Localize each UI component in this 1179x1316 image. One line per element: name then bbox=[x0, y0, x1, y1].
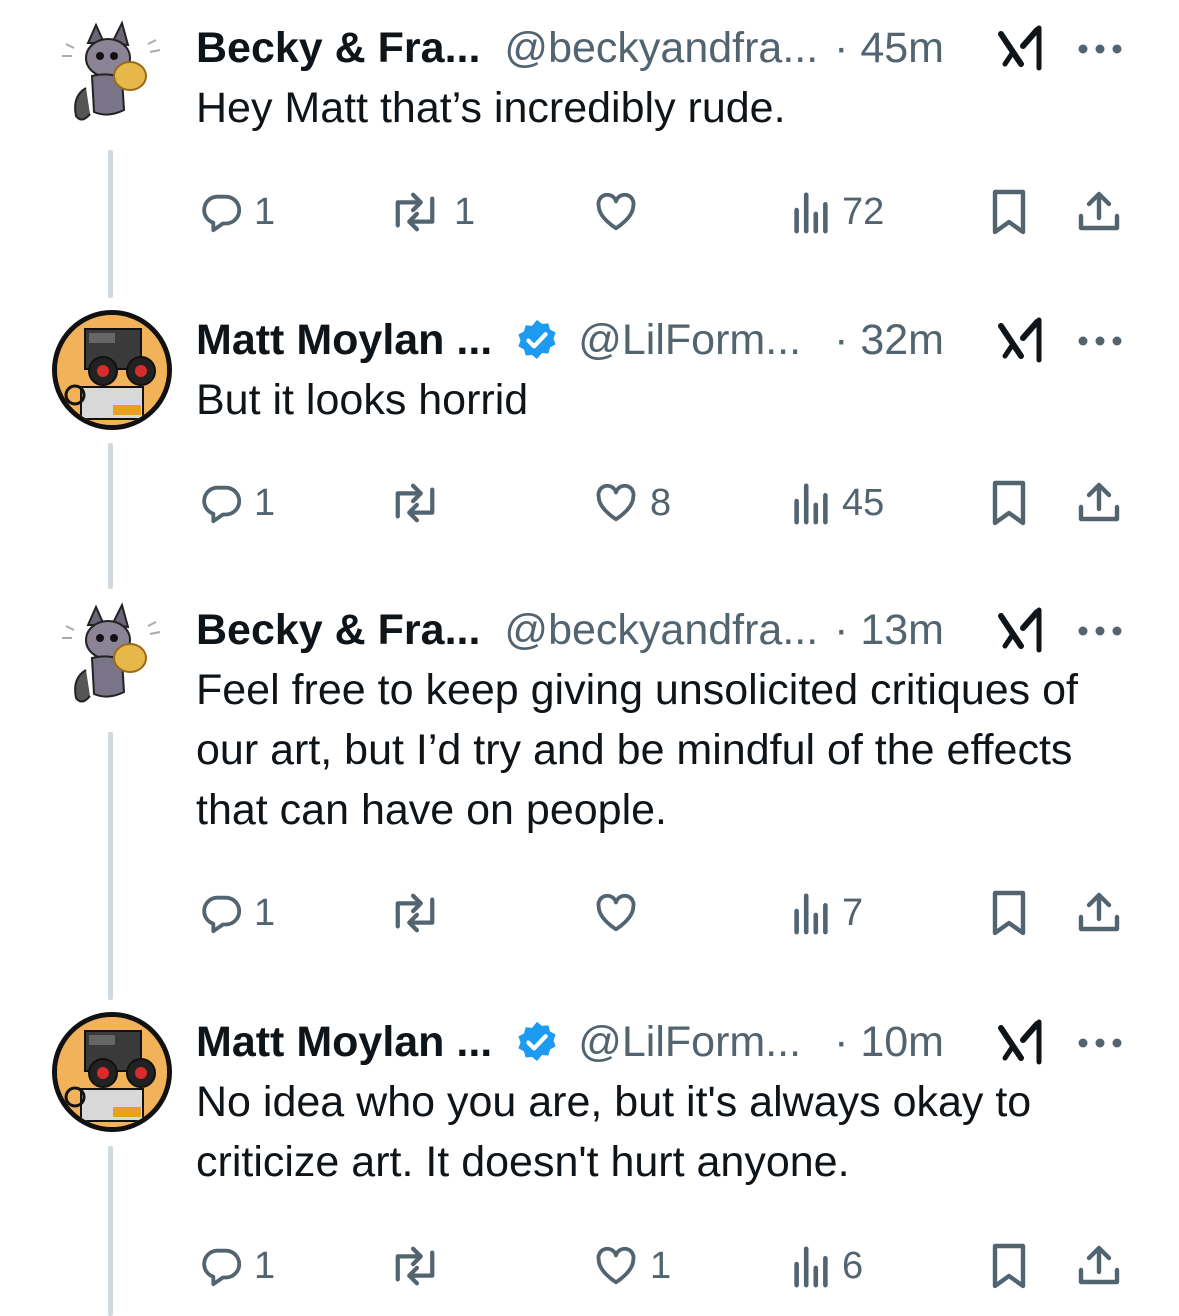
more-options-icon[interactable] bbox=[1075, 606, 1125, 656]
tweet-header: Matt Moylan ... @LilForm... · 32m bbox=[196, 310, 1124, 370]
like-button[interactable] bbox=[592, 182, 650, 242]
views-button[interactable]: 7 bbox=[790, 883, 863, 943]
grok-icon[interactable] bbox=[995, 1018, 1047, 1068]
share-button[interactable] bbox=[1075, 473, 1123, 533]
robot-avatar[interactable] bbox=[52, 310, 172, 430]
cat-avatar[interactable] bbox=[52, 18, 170, 136]
thread-line bbox=[108, 732, 113, 1000]
more-options-icon[interactable] bbox=[1075, 24, 1125, 74]
bookmark-button[interactable] bbox=[987, 1236, 1031, 1296]
views-icon bbox=[794, 893, 828, 935]
bookmark-button[interactable] bbox=[987, 182, 1031, 242]
reply-count: 1 bbox=[254, 1244, 276, 1287]
conversation-thread: Becky & Fra... @beckyandfra... · 45m Hey… bbox=[0, 0, 1179, 1316]
reply-button[interactable]: 1 bbox=[198, 182, 275, 242]
bookmark-icon bbox=[992, 189, 1026, 235]
reply-count: 1 bbox=[254, 190, 276, 233]
heart-icon bbox=[596, 893, 636, 932]
reply-button[interactable]: 1 bbox=[198, 473, 275, 533]
tweet-header: Becky & Fra... @beckyandfra... · 13m bbox=[196, 600, 1124, 660]
views-count: 7 bbox=[842, 891, 864, 934]
grok-icon[interactable] bbox=[995, 316, 1047, 366]
views-icon bbox=[794, 192, 828, 234]
share-button[interactable] bbox=[1075, 883, 1123, 943]
robot-avatar[interactable] bbox=[52, 1012, 172, 1132]
more-options-icon[interactable] bbox=[1075, 316, 1125, 366]
like-count: 1 bbox=[650, 1244, 672, 1287]
repost-button[interactable] bbox=[386, 1236, 454, 1296]
views-icon bbox=[794, 1246, 828, 1288]
grok-icon[interactable] bbox=[995, 606, 1047, 656]
views-button[interactable]: 45 bbox=[790, 473, 884, 533]
repost-button[interactable]: 1 bbox=[386, 182, 475, 242]
grok-icon[interactable] bbox=[995, 24, 1047, 74]
views-button[interactable]: 72 bbox=[790, 182, 884, 242]
bookmark-icon bbox=[992, 1243, 1026, 1289]
bookmark-button[interactable] bbox=[987, 473, 1031, 533]
verified-badge-icon bbox=[518, 1021, 556, 1061]
cat-avatar[interactable] bbox=[52, 600, 170, 718]
like-button[interactable]: 1 bbox=[592, 1236, 671, 1296]
views-icon bbox=[794, 483, 828, 525]
share-icon bbox=[1078, 482, 1120, 522]
user-handle[interactable]: @beckyandfra... bbox=[504, 606, 818, 655]
bookmark-icon bbox=[992, 890, 1026, 936]
tweet-text: Feel free to keep giving unsolicited cri… bbox=[196, 666, 1078, 834]
repost-icon bbox=[395, 1246, 435, 1286]
tweet-header: Matt Moylan ... @LilForm... · 10m bbox=[196, 1012, 1124, 1072]
user-handle[interactable]: @LilForm... bbox=[578, 316, 801, 365]
bookmark-button[interactable] bbox=[987, 883, 1031, 943]
action-bar: 1 7 bbox=[0, 883, 1179, 943]
views-count: 45 bbox=[842, 481, 885, 524]
reply-count: 1 bbox=[254, 891, 276, 934]
views-count: 6 bbox=[842, 1244, 864, 1287]
user-handle[interactable]: @beckyandfra... bbox=[504, 24, 818, 73]
repost-icon bbox=[395, 893, 435, 933]
tweet-text: Hey Matt that’s incredibly rude. bbox=[196, 84, 786, 132]
reply-icon bbox=[202, 895, 242, 934]
timestamp[interactable]: · 13m bbox=[834, 606, 944, 655]
action-bar: 1 1 72 bbox=[0, 182, 1179, 242]
reply-button[interactable]: 1 bbox=[198, 1236, 275, 1296]
display-name[interactable]: Matt Moylan ... bbox=[196, 316, 492, 365]
reply-icon bbox=[202, 194, 242, 233]
timestamp[interactable]: · 45m bbox=[834, 24, 944, 73]
repost-icon bbox=[395, 192, 435, 232]
display-name[interactable]: Becky & Fra... bbox=[196, 24, 480, 73]
reply-icon bbox=[202, 1248, 242, 1287]
display-name[interactable]: Matt Moylan ... bbox=[196, 1018, 492, 1067]
more-options-icon[interactable] bbox=[1075, 1018, 1125, 1068]
action-bar: 1 8 45 bbox=[0, 473, 1179, 533]
bookmark-icon bbox=[992, 480, 1026, 526]
views-button[interactable]: 6 bbox=[790, 1236, 863, 1296]
share-icon bbox=[1078, 1245, 1120, 1285]
verified-badge-icon bbox=[518, 319, 556, 359]
display-name[interactable]: Becky & Fra... bbox=[196, 606, 480, 655]
reply-count: 1 bbox=[254, 481, 276, 524]
timestamp[interactable]: · 10m bbox=[834, 1018, 944, 1067]
share-icon bbox=[1078, 892, 1120, 932]
repost-count: 1 bbox=[454, 190, 476, 233]
timestamp[interactable]: · 32m bbox=[834, 316, 944, 365]
heart-icon bbox=[596, 483, 636, 522]
heart-icon bbox=[596, 1246, 636, 1285]
like-count: 8 bbox=[650, 481, 672, 524]
action-bar: 1 1 6 bbox=[0, 1236, 1179, 1296]
views-count: 72 bbox=[842, 190, 885, 233]
repost-icon bbox=[395, 483, 435, 523]
reply-icon bbox=[202, 485, 242, 524]
reply-button[interactable]: 1 bbox=[198, 883, 275, 943]
tweet-header: Becky & Fra... @beckyandfra... · 45m bbox=[196, 18, 1124, 78]
user-handle[interactable]: @LilForm... bbox=[578, 1018, 801, 1067]
like-button[interactable] bbox=[592, 883, 650, 943]
repost-button[interactable] bbox=[386, 473, 454, 533]
tweet-text: But it looks horrid bbox=[196, 376, 529, 424]
repost-button[interactable] bbox=[386, 883, 454, 943]
like-button[interactable]: 8 bbox=[592, 473, 671, 533]
heart-icon bbox=[596, 192, 636, 231]
share-icon bbox=[1078, 191, 1120, 231]
tweet-text: No idea who you are, but it's always oka… bbox=[196, 1078, 1032, 1186]
share-button[interactable] bbox=[1075, 1236, 1123, 1296]
share-button[interactable] bbox=[1075, 182, 1123, 242]
